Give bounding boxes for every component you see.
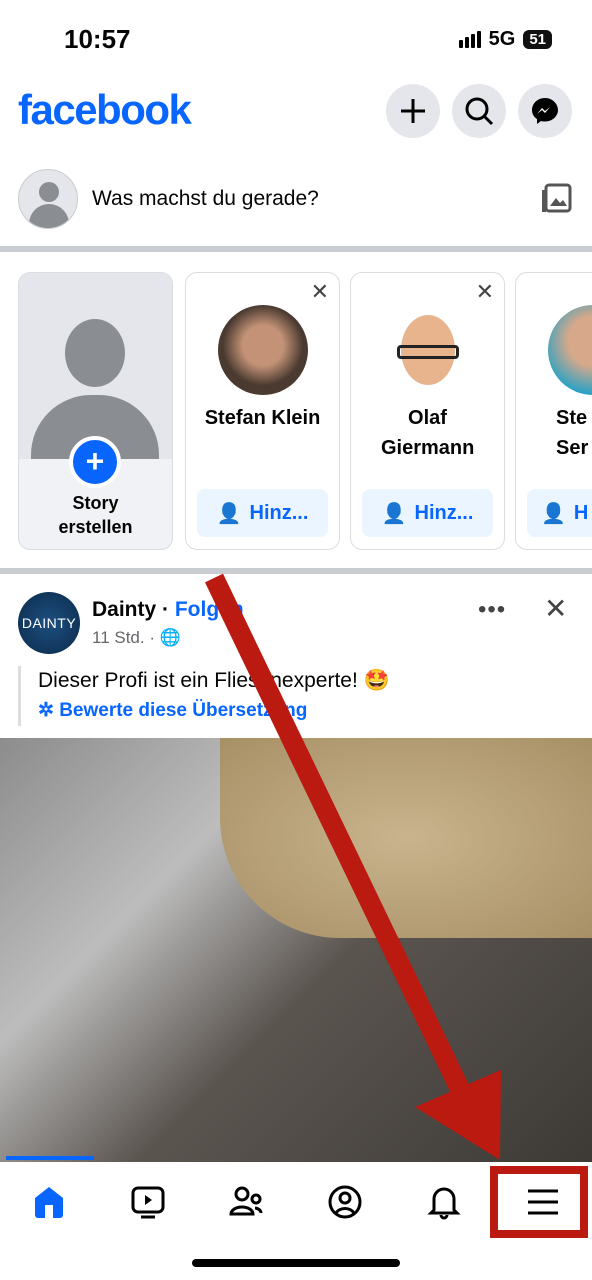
bell-icon (427, 1187, 461, 1220)
annotation-arrow (204, 573, 501, 1160)
home-indicator (192, 1259, 400, 1267)
nav-home[interactable] (19, 1184, 79, 1220)
bottom-nav (0, 1162, 592, 1242)
menu-icon (527, 1189, 558, 1215)
nav-profile[interactable] (315, 1184, 375, 1220)
nav-menu[interactable] (513, 1184, 573, 1220)
video-icon (131, 1186, 165, 1219)
nav-friends[interactable] (217, 1184, 277, 1220)
nav-notifications[interactable] (414, 1184, 474, 1220)
home-icon (35, 1187, 64, 1218)
friends-icon (229, 1186, 263, 1216)
profile-icon (328, 1185, 362, 1219)
nav-video[interactable] (118, 1184, 178, 1220)
